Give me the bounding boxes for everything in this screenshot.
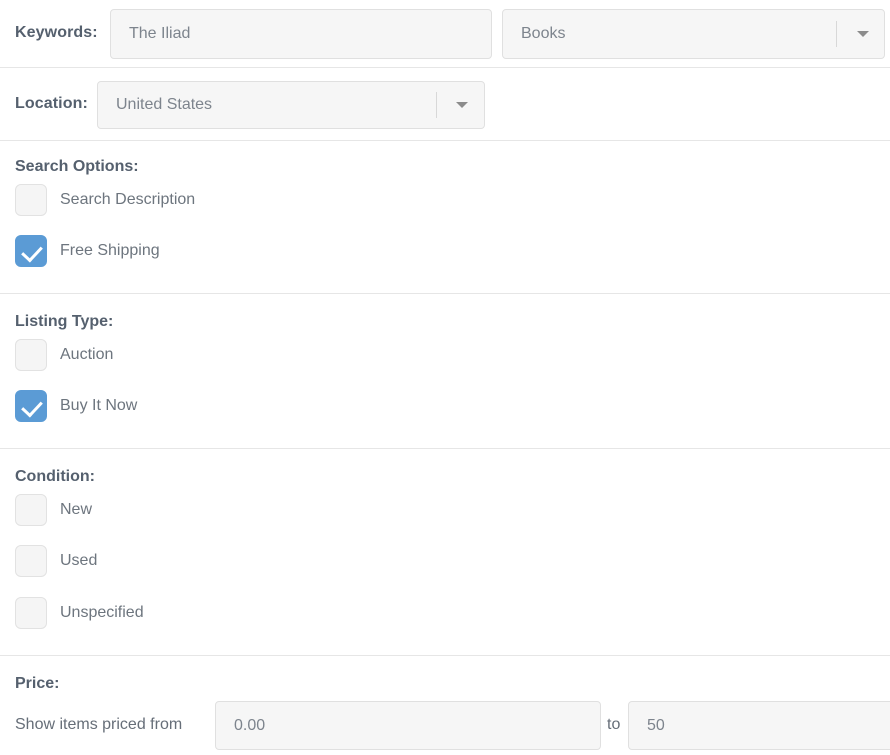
- checkbox-row-search-description[interactable]: Search Description: [15, 184, 195, 216]
- checkbox-buy-it-now[interactable]: [15, 390, 47, 422]
- checkbox-label-search-description: Search Description: [60, 191, 196, 208]
- location-select[interactable]: United States: [97, 81, 485, 129]
- checkbox-auction[interactable]: [15, 339, 47, 371]
- advanced-search-form: Keywords: The Iliad Books Location: Unit…: [0, 0, 890, 755]
- checkbox-row-used[interactable]: Used: [15, 545, 97, 577]
- checkbox-label-new: New: [60, 501, 93, 518]
- price-from-input[interactable]: 0.00: [215, 701, 601, 750]
- checkbox-unspecified[interactable]: [15, 597, 47, 629]
- category-select-value: Books: [521, 25, 566, 42]
- divider-condition: [0, 655, 890, 656]
- condition-heading: Condition:: [15, 468, 95, 485]
- search-options-heading: Search Options:: [15, 158, 139, 175]
- price-to-input[interactable]: 50: [628, 701, 890, 750]
- location-select-separator: [436, 92, 437, 118]
- price-to-value: 50: [647, 716, 665, 734]
- chevron-down-icon[interactable]: [456, 102, 468, 108]
- price-heading: Price:: [15, 675, 60, 692]
- keywords-input[interactable]: The Iliad: [110, 9, 492, 59]
- checkbox-label-unspecified: Unspecified: [60, 604, 144, 621]
- category-select[interactable]: Books: [502, 9, 885, 59]
- checkbox-label-used: Used: [60, 552, 98, 569]
- checkbox-row-free-shipping[interactable]: Free Shipping: [15, 235, 160, 267]
- listing-type-heading: Listing Type:: [15, 313, 114, 330]
- location-select-value: United States: [116, 96, 213, 113]
- keywords-label: Keywords:: [15, 24, 98, 41]
- price-from-label: Show items priced from: [15, 716, 183, 733]
- category-select-separator: [836, 21, 837, 47]
- location-label: Location:: [15, 95, 88, 112]
- checkbox-label-free-shipping: Free Shipping: [60, 242, 160, 259]
- price-from-value: 0.00: [234, 716, 266, 734]
- divider-location: [0, 140, 890, 141]
- chevron-down-icon[interactable]: [857, 31, 869, 37]
- checkbox-search-description[interactable]: [15, 184, 47, 216]
- divider-search-options: [0, 293, 890, 294]
- checkbox-row-auction[interactable]: Auction: [15, 339, 113, 371]
- checkbox-free-shipping[interactable]: [15, 235, 47, 267]
- checkbox-new[interactable]: [15, 494, 47, 526]
- checkbox-used[interactable]: [15, 545, 47, 577]
- checkbox-row-buy-it-now[interactable]: Buy It Now: [15, 390, 137, 422]
- checkbox-row-new[interactable]: New: [15, 494, 92, 526]
- keywords-input-value: The Iliad: [129, 25, 191, 42]
- checkbox-row-unspecified[interactable]: Unspecified: [15, 597, 144, 629]
- divider-keywords: [0, 67, 890, 68]
- divider-listing-type: [0, 448, 890, 449]
- price-to-label: to: [607, 716, 621, 733]
- checkbox-label-buy-it-now: Buy It Now: [60, 397, 138, 414]
- checkbox-label-auction: Auction: [60, 346, 114, 363]
